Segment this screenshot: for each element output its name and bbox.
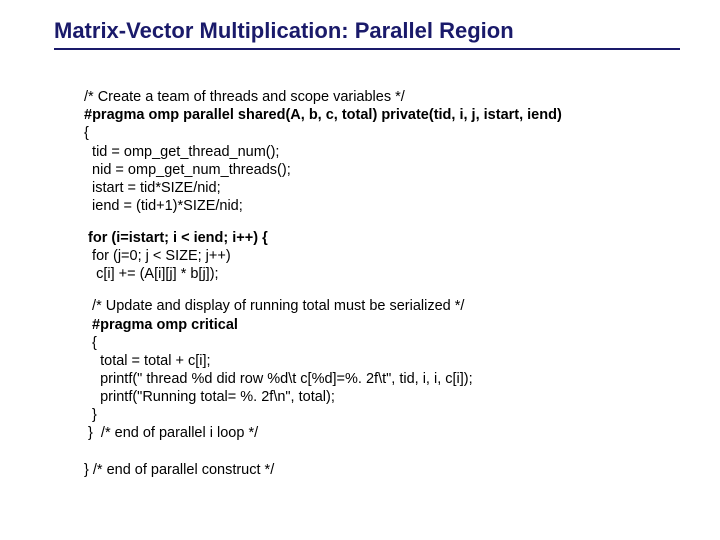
code-line: /* Update and display of running total m…	[84, 298, 464, 314]
code-line: {	[84, 125, 89, 141]
code-line: nid = omp_get_num_threads();	[84, 162, 291, 178]
code-line: /* Create a team of threads and scope va…	[84, 89, 405, 105]
code-line: tid = omp_get_thread_num();	[84, 144, 279, 160]
code-line: #pragma omp critical	[84, 317, 238, 333]
code-inner-block: for (i=istart; i < iend; i++) { for (j=0…	[84, 229, 680, 442]
code-line: #pragma omp parallel shared(A, b, c, tot…	[84, 107, 562, 123]
code-line: } /* end of parallel construct */	[84, 462, 274, 478]
code-line: printf("Running total= %. 2f\n", total);	[84, 389, 335, 405]
slide-title: Matrix-Vector Multiplication: Parallel R…	[54, 18, 680, 50]
code-line: {	[84, 335, 97, 351]
code-critical-block: /* Update and display of running total m…	[84, 297, 680, 442]
code-line: c[i] += (A[i][j] * b[j]);	[84, 266, 219, 282]
code-line: iend = (tid+1)*SIZE/nid;	[84, 198, 243, 214]
code-line: printf(" thread %d did row %d\t c[%d]=%.…	[84, 371, 473, 387]
code-line: for (i=istart; i < iend; i++) {	[84, 230, 268, 246]
code-block: /* Create a team of threads and scope va…	[84, 70, 680, 479]
code-line: total = total + c[i];	[84, 353, 211, 369]
code-line: istart = tid*SIZE/nid;	[84, 180, 221, 196]
code-line: for (j=0; j < SIZE; j++)	[84, 248, 231, 264]
code-line: }	[84, 407, 97, 423]
code-line: } /* end of parallel i loop */	[84, 425, 258, 441]
